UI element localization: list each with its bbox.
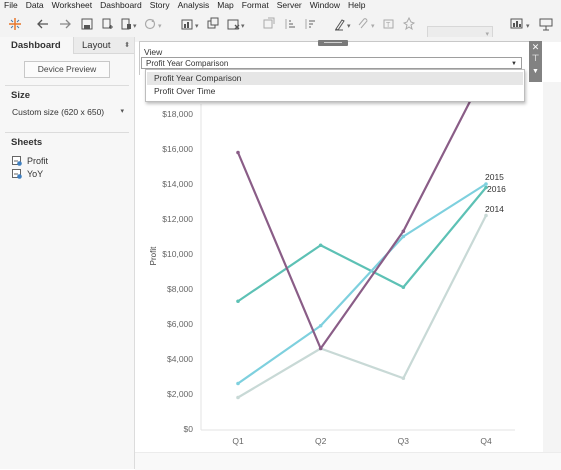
clear-sheet-icon[interactable]: ▾ xyxy=(226,17,248,31)
close-icon[interactable]: ✕ xyxy=(529,42,542,53)
svg-text:▾: ▾ xyxy=(241,23,245,30)
sheets-section-title: Sheets xyxy=(11,137,43,148)
svg-text:T: T xyxy=(386,22,391,29)
save-icon[interactable] xyxy=(80,17,94,31)
view-filter-select[interactable]: Profit Year Comparison ▼ xyxy=(141,57,522,69)
size-dropdown[interactable]: Custom size (620 x 650) ▾ xyxy=(12,107,124,117)
chevron-down-icon[interactable]: ▼ xyxy=(529,66,542,77)
pin-icon[interactable]: ⊤ xyxy=(529,53,542,64)
tab-layout-label: Layout xyxy=(82,40,111,51)
menu-item-help[interactable]: Help xyxy=(344,0,369,11)
menu-item-file[interactable]: File xyxy=(0,0,22,11)
dropdown-option-profit-over-time[interactable]: Profit Over Time xyxy=(147,85,523,98)
divider xyxy=(5,85,129,86)
view-filter-dropdown: Profit Year Comparison Profit Over Time xyxy=(145,69,525,102)
menu-bar: File Data Worksheet Dashboard Story Analysis M… xyxy=(0,0,561,11)
redo-icon[interactable] xyxy=(58,17,72,31)
tab-dashboard-label: Dashboard xyxy=(11,40,61,51)
toolbar: ▾ ▾ ▾ ▾ ▾ ▾ T ▾ ▾ xyxy=(0,11,561,42)
menu-item-worksheet[interactable]: Worksheet xyxy=(48,0,96,11)
svg-text:▾: ▾ xyxy=(158,23,162,30)
size-dropdown-value: Custom size (620 x 650) xyxy=(12,107,105,117)
svg-text:▾: ▾ xyxy=(347,23,351,30)
tableau-logo-icon[interactable] xyxy=(8,17,22,31)
undo-icon[interactable] xyxy=(36,17,50,31)
swap-icon[interactable] xyxy=(262,17,276,31)
divider xyxy=(5,132,129,133)
dropdown-option-profit-year-comparison[interactable]: Profit Year Comparison xyxy=(147,72,523,85)
svg-text:▾: ▾ xyxy=(371,23,375,30)
pin-icon[interactable] xyxy=(402,17,416,31)
drag-handle[interactable] xyxy=(318,40,348,46)
menu-item-analysis[interactable]: Analysis xyxy=(174,0,214,11)
label-icon[interactable]: T xyxy=(382,17,396,31)
duplicate-sheet-icon[interactable] xyxy=(206,17,220,31)
refresh-icon[interactable]: ▾ xyxy=(143,17,165,31)
new-worksheet-icon[interactable]: ▾ xyxy=(180,17,202,31)
tab-layout[interactable]: Layout ⬍ xyxy=(73,37,134,54)
container-toolbar: ✕ ⊤ ▼ xyxy=(529,41,542,82)
pause-icon[interactable]: ▾ xyxy=(120,17,138,31)
menu-item-dashboard[interactable]: Dashboard xyxy=(96,0,146,11)
size-section-title: Size xyxy=(11,90,31,101)
menu-item-format[interactable]: Format xyxy=(238,0,273,11)
canvas-margin xyxy=(543,82,561,452)
paperclip-icon[interactable]: ▾ xyxy=(357,17,379,31)
view-filter-title: View xyxy=(144,47,163,57)
sheet-item-label: YoY xyxy=(27,169,44,179)
view-filter-selected-value: Profit Year Comparison xyxy=(146,59,229,68)
chevron-down-icon: ▾ xyxy=(120,108,124,115)
sheet-item-yoy[interactable]: YoY xyxy=(12,168,43,180)
svg-text:▾: ▾ xyxy=(133,23,137,30)
side-panel: Dashboard Layout ⬍ Device Preview Size Cu… xyxy=(0,37,135,469)
new-datasource-icon[interactable] xyxy=(100,17,114,31)
fit-icon[interactable]: ▾ xyxy=(510,17,534,31)
menu-item-server[interactable]: Server xyxy=(273,0,306,11)
highlight-icon[interactable]: ▾ xyxy=(333,17,355,31)
svg-text:▾: ▾ xyxy=(526,23,530,30)
side-panel-tabs: Dashboard Layout ⬍ xyxy=(0,37,134,54)
menu-item-data[interactable]: Data xyxy=(22,0,48,11)
device-preview-button[interactable]: Device Preview xyxy=(24,61,110,78)
menu-item-map[interactable]: Map xyxy=(213,0,238,11)
menu-item-window[interactable]: Window xyxy=(306,0,344,11)
worksheet-icon xyxy=(12,156,22,166)
presentation-icon[interactable] xyxy=(539,17,553,31)
updown-arrow-icon: ⬍ xyxy=(124,42,130,49)
menu-item-story[interactable]: Story xyxy=(146,0,174,11)
sheet-item-profit[interactable]: Profit xyxy=(12,155,48,167)
sheet-item-label: Profit xyxy=(27,156,49,166)
svg-text:▾: ▾ xyxy=(195,23,199,30)
worksheet-icon xyxy=(12,169,22,179)
sort-descending-icon[interactable] xyxy=(303,17,317,31)
canvas-margin xyxy=(135,452,561,470)
tab-dashboard[interactable]: Dashboard xyxy=(0,37,73,54)
sort-ascending-icon[interactable] xyxy=(283,17,297,31)
